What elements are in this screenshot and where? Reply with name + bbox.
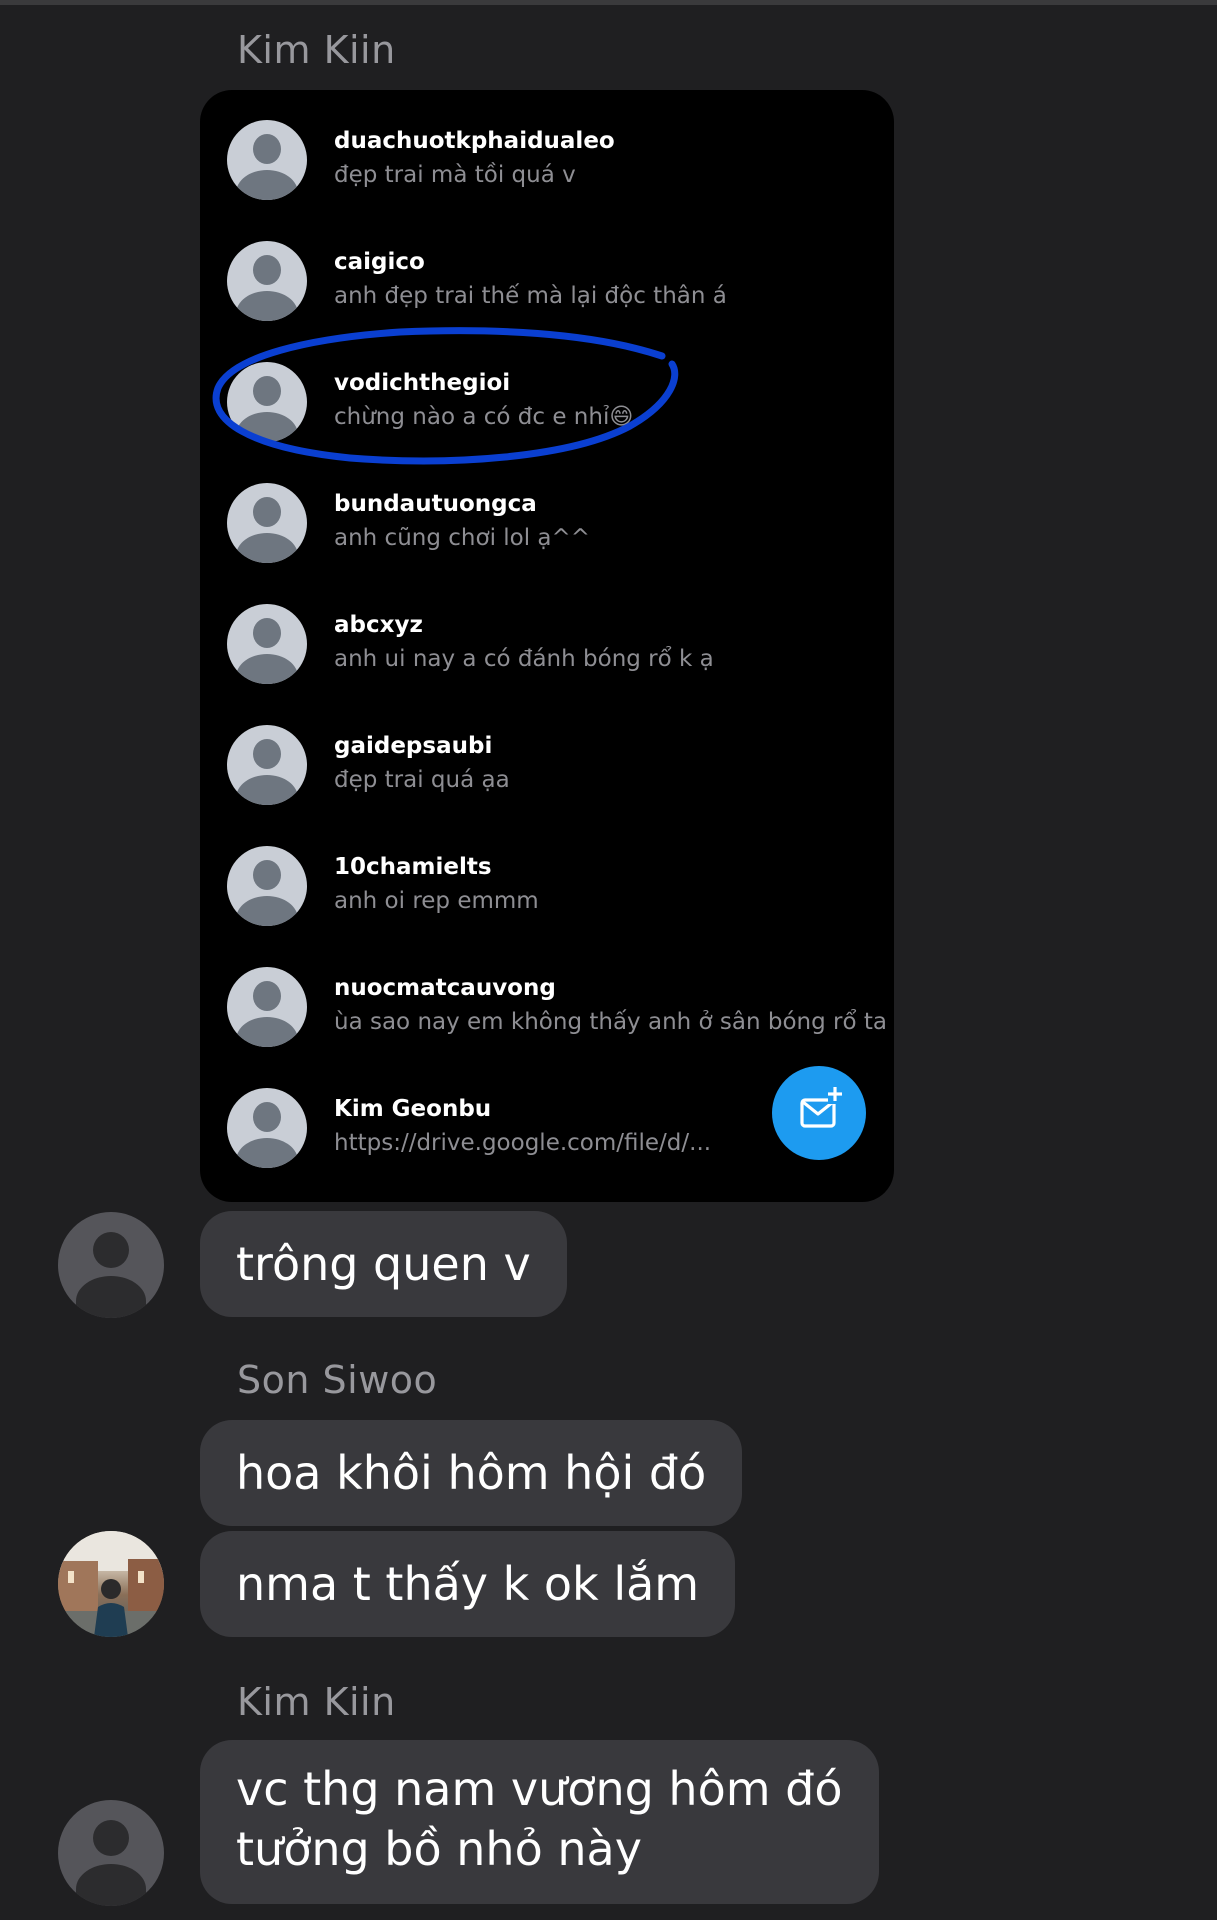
top-divider [0,0,1217,5]
message-bubble[interactable]: vc thg nam vương hôm đó tưởng bồ nhỏ này [200,1740,879,1904]
default-avatar-icon [227,846,307,926]
dm-preview: đẹp trai mà tồi quá v [334,162,576,188]
message-text-line: tưởng bồ nhỏ này [236,1821,642,1876]
dm-preview: anh cũng chơi lol ạ^^ [334,525,591,551]
user-photo-avatar[interactable] [58,1531,164,1637]
dm-preview: anh oi rep emmm [334,888,539,914]
dm-preview: https://drive.google.com/file/d/... [334,1130,712,1156]
default-avatar-icon [227,483,307,563]
compose-message-icon [800,1087,842,1128]
dm-list-item: abcxyz anh ui nay a có đánh bóng rổ k ạ [200,594,894,694]
shared-screenshot[interactable]: duachuotkphaidualeo đẹp trai mà tồi quá … [200,90,894,1202]
dm-username: duachuotkphaidualeo [334,128,615,154]
dm-preview: đẹp trai quá ạa [334,767,510,793]
dm-list-item: vodichthegioi chừng nào a có đc e nhỉ😄 [200,352,894,452]
message-bubble[interactable]: trông quen v [200,1211,567,1317]
message-text: trông quen v [236,1237,531,1291]
compose-message-button [772,1066,866,1160]
dm-username: Kim Geonbu [334,1096,492,1122]
dm-list-item: nuocmatcauvong ùa sao nay em không thấy … [200,957,894,1057]
default-avatar-icon [227,967,307,1047]
dm-preview: anh đẹp trai thế mà lại độc thân á [334,283,727,309]
dm-username: caigico [334,249,425,275]
dm-username: gaidepsaubi [334,733,493,759]
dm-username: 10chamielts [334,854,492,880]
default-avatar-icon [227,362,307,442]
dm-username: vodichthegioi [334,370,511,396]
dm-username: bundautuongca [334,491,537,517]
default-avatar-icon [227,241,307,321]
default-avatar-icon [227,604,307,684]
message-text: nma t thấy k ok lắm [236,1557,700,1611]
sender-name: Kim Kiin [237,28,396,72]
default-avatar-icon[interactable] [58,1212,164,1318]
message-bubble[interactable]: hoa khôi hôm hội đó [200,1420,743,1526]
default-avatar-icon[interactable] [58,1800,164,1906]
message-text: hoa khôi hôm hội đó [236,1446,707,1500]
dm-list-item: 10chamielts anh oi rep emmm [200,836,894,936]
default-avatar-icon [227,120,307,200]
message-bubble[interactable]: nma t thấy k ok lắm [200,1531,736,1637]
dm-preview: chừng nào a có đc e nhỉ😄 [334,404,634,430]
default-avatar-icon [227,1088,307,1168]
dm-list-item: duachuotkphaidualeo đẹp trai mà tồi quá … [200,110,894,210]
message-text-line: vc thg nam vương hôm đó [236,1762,843,1816]
dm-username: nuocmatcauvong [334,975,556,1001]
dm-list-item: caigico anh đẹp trai thế mà lại độc thân… [200,231,894,331]
profile-photo [58,1531,164,1637]
sender-name: Kim Kiin [237,1680,396,1724]
dm-username: abcxyz [334,612,423,638]
dm-list-item: bundautuongca anh cũng chơi lol ạ^^ [200,473,894,573]
dm-preview: ùa sao nay em không thấy anh ở sân bóng … [334,1009,887,1035]
dm-preview: anh ui nay a có đánh bóng rổ k ạ [334,646,714,672]
dm-list-item: gaidepsaubi đẹp trai quá ạa [200,715,894,815]
default-avatar-icon [227,725,307,805]
sender-name: Son Siwoo [237,1358,438,1402]
